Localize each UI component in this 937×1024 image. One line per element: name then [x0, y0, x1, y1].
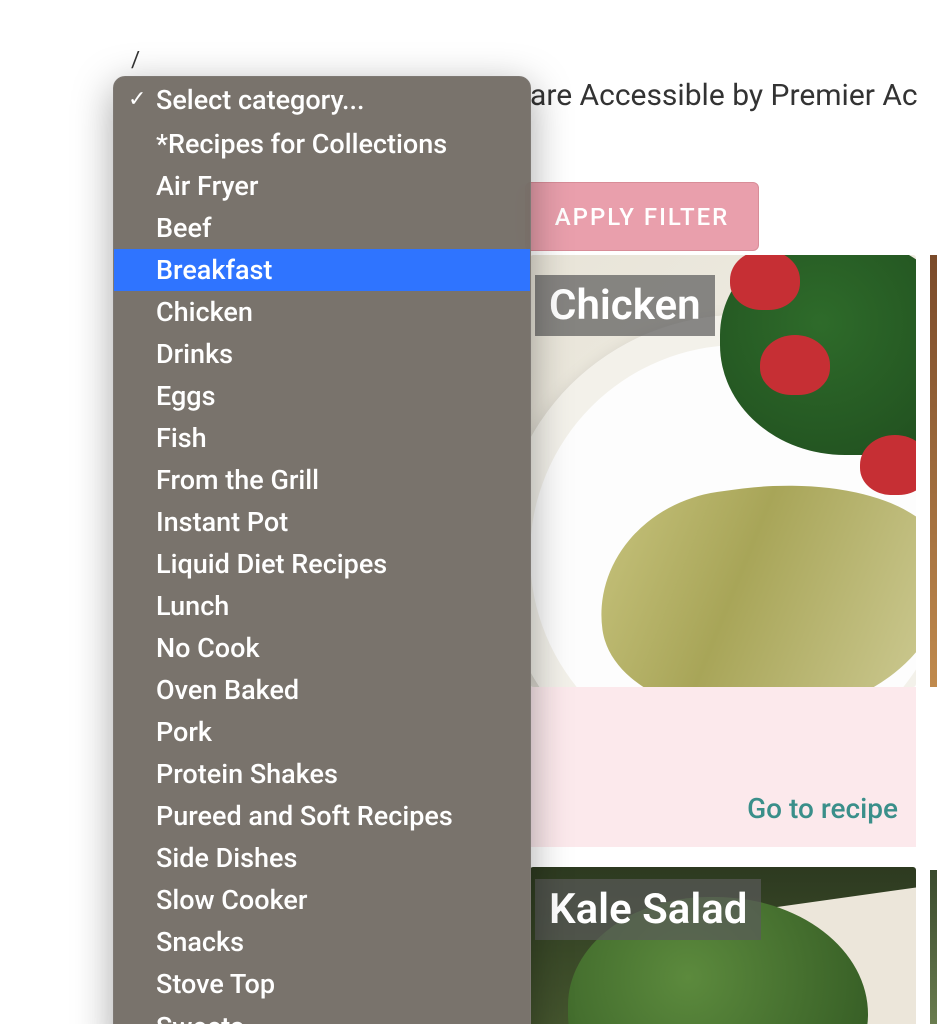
dropdown-option[interactable]: Eggs: [114, 375, 530, 417]
dropdown-option[interactable]: Fish: [114, 417, 530, 459]
dropdown-option-label: Drinks: [156, 338, 233, 370]
dropdown-option-label: Lunch: [156, 590, 229, 622]
dropdown-option-label: Breakfast: [156, 254, 272, 286]
dropdown-option[interactable]: Oven Baked: [114, 669, 530, 711]
strawberry-graphic: [860, 435, 916, 495]
dropdown-option-label: No Cook: [156, 632, 260, 664]
check-icon: ✓: [128, 87, 146, 112]
dropdown-option-label: Air Fryer: [156, 170, 258, 202]
dropdown-option[interactable]: Instant Pot: [114, 501, 530, 543]
dropdown-option[interactable]: Pork: [114, 711, 530, 753]
dropdown-option-label: Snacks: [156, 926, 244, 958]
dropdown-placeholder-option[interactable]: ✓ Select category...: [114, 77, 530, 123]
dropdown-option[interactable]: Drinks: [114, 333, 530, 375]
dropdown-option[interactable]: Lunch: [114, 585, 530, 627]
dropdown-option[interactable]: From the Grill: [114, 459, 530, 501]
dropdown-option-label: Protein Shakes: [156, 758, 338, 790]
dropdown-option[interactable]: Breakfast: [114, 249, 530, 291]
page-heading: are Accessible by Premier Ac: [530, 78, 918, 113]
dropdown-option-label: Instant Pot: [156, 506, 288, 538]
dropdown-option-label: Liquid Diet Recipes: [156, 548, 387, 580]
dropdown-option-label: Oven Baked: [156, 674, 299, 706]
dropdown-option-label: Side Dishes: [156, 842, 297, 874]
dropdown-option[interactable]: Snacks: [114, 921, 530, 963]
dropdown-option[interactable]: Chicken: [114, 291, 530, 333]
recipe-card-footer: Go to recipe: [530, 687, 916, 847]
dropdown-option-label: From the Grill: [156, 464, 319, 496]
strawberry-graphic: [730, 255, 800, 310]
go-to-recipe-link[interactable]: Go to recipe: [747, 792, 898, 825]
dropdown-option[interactable]: Pureed and Soft Recipes: [114, 795, 530, 837]
dropdown-option-label: Sweets: [156, 1011, 244, 1024]
dropdown-option-label: *Recipes for Collections: [156, 128, 447, 160]
dropdown-option-label: Beef: [156, 212, 212, 244]
dropdown-option-label: Eggs: [156, 380, 216, 412]
strawberry-graphic: [760, 335, 830, 395]
category-dropdown[interactable]: ✓ Select category... *Recipes for Collecti…: [113, 76, 531, 1024]
dropdown-option[interactable]: Side Dishes: [114, 837, 530, 879]
dropdown-option[interactable]: Liquid Diet Recipes: [114, 543, 530, 585]
dropdown-option-label: Select category...: [156, 84, 365, 116]
apply-filter-button[interactable]: APPLY FILTER: [525, 182, 759, 251]
dropdown-option[interactable]: *Recipes for Collections: [114, 123, 530, 165]
dropdown-option-label: Slow Cooker: [156, 884, 307, 916]
dropdown-option-label: Pureed and Soft Recipes: [156, 800, 453, 832]
dropdown-option[interactable]: No Cook: [114, 627, 530, 669]
dropdown-option[interactable]: Beef: [114, 207, 530, 249]
dropdown-option-label: Pork: [156, 716, 212, 748]
adjacent-card-sliver: [930, 255, 937, 687]
dropdown-option[interactable]: Air Fryer: [114, 165, 530, 207]
recipe-card-title: Chicken: [535, 275, 715, 336]
dropdown-option[interactable]: Sweets: [114, 1005, 530, 1024]
dropdown-option-label: Stove Top: [156, 968, 275, 1000]
adjacent-card-sliver: [930, 870, 937, 1024]
dropdown-option[interactable]: Slow Cooker: [114, 879, 530, 921]
recipe-card-image[interactable]: Chicken: [530, 255, 916, 687]
recipe-cards: Chicken Go to recipe Kale Salad: [530, 255, 916, 1024]
dropdown-option[interactable]: Protein Shakes: [114, 753, 530, 795]
recipe-card-title: Kale Salad: [535, 879, 761, 940]
dropdown-option-label: Fish: [156, 422, 207, 454]
dropdown-option-label: Chicken: [156, 296, 253, 328]
recipe-card-image[interactable]: Kale Salad: [530, 867, 916, 1024]
dropdown-option[interactable]: Stove Top: [114, 963, 530, 1005]
breadcrumb-separator: /: [131, 48, 140, 73]
